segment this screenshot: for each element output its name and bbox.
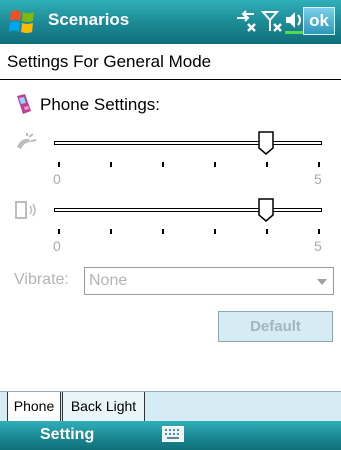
slider-tick: [110, 229, 112, 234]
windows-start-icon[interactable]: [7, 7, 37, 37]
tab-back-light[interactable]: Back Light: [62, 392, 145, 422]
app-title: Scenarios: [48, 10, 130, 29]
chevron-down-icon[interactable]: [317, 279, 327, 285]
slider-track[interactable]: [54, 208, 322, 212]
slider-thumb[interactable]: [258, 131, 274, 155]
slider-tick: [110, 162, 112, 167]
notification-icon: [15, 201, 36, 219]
page-title: Settings For General Mode: [0, 44, 341, 80]
slider-max-label: 5: [314, 171, 322, 187]
slider-tick: [214, 229, 216, 234]
ok-button[interactable]: ok: [303, 7, 335, 35]
slider-tick: [162, 162, 164, 167]
slider-track[interactable]: [54, 141, 322, 145]
slider-thumb[interactable]: [258, 198, 274, 222]
keyboard-icon[interactable]: [162, 426, 184, 442]
vibrate-label: Vibrate:: [14, 271, 69, 288]
signal-off-icon[interactable]: [261, 9, 283, 35]
slider-tick: [266, 162, 268, 167]
title-bar: Scenarios ok: [0, 0, 341, 44]
connectivity-icon[interactable]: [234, 9, 258, 35]
slider-tick: [162, 229, 164, 234]
notification-volume-slider[interactable]: 0 5: [48, 198, 328, 268]
slider-min-label: 0: [53, 238, 61, 254]
setting-softkey[interactable]: Setting: [40, 426, 94, 444]
slider-max-label: 5: [314, 238, 322, 254]
slider-tick: [214, 162, 216, 167]
slider-min-label: 0: [53, 171, 61, 187]
softkey-bar: Setting: [0, 421, 341, 450]
vibrate-dropdown[interactable]: None: [84, 267, 334, 295]
tab-strip: Phone Back Light: [0, 391, 341, 422]
slider-tick: [58, 162, 60, 167]
vibrate-value: None: [89, 272, 128, 289]
ringer-icon: [17, 133, 37, 149]
ring-volume-slider[interactable]: 0 5: [48, 131, 328, 201]
tab-phone[interactable]: Phone: [7, 392, 61, 422]
slider-tick: [318, 162, 320, 167]
slider-tick: [58, 229, 60, 234]
phone-icon: [17, 94, 31, 114]
default-button[interactable]: Default: [218, 311, 333, 342]
slider-tick: [318, 229, 320, 234]
slider-tick: [266, 229, 268, 234]
